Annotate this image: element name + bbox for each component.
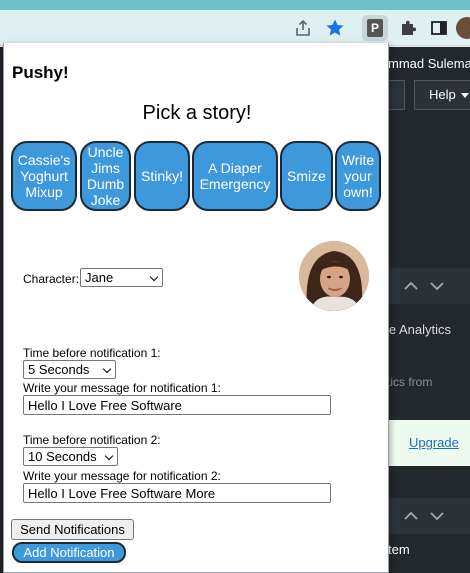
story-button-a-diaper-emergency[interactable]: A Diaper Emergency [192,141,278,211]
message-2-value: Hello I Love Free Software More [28,485,216,501]
character-label: Character: [23,272,80,286]
chevron-down-icon[interactable] [430,511,444,521]
message-notification-1-input[interactable]: Hello I Love Free Software [23,395,331,415]
background-panel-header-2 [388,498,470,534]
bookmark-star-icon[interactable] [323,16,347,40]
upgrade-link[interactable]: Upgrade [409,435,459,450]
character-select-value: Jane [85,270,114,285]
story-button-uncle-jims-dumb-joke[interactable]: Uncle Jims Dumb Joke [80,141,131,211]
time-before-notification-1-label: Time before notification 1: [23,346,161,360]
caret-down-icon [460,93,469,99]
chevron-down-icon[interactable] [430,281,444,291]
side-panel-icon[interactable] [427,16,451,40]
background-analytics-text: le Analytics [386,322,452,337]
browser-toolbar: P [0,10,470,46]
send-notifications-button[interactable]: Send Notifications [11,519,134,540]
profile-avatar-icon[interactable] [456,17,470,39]
story-button-stinky[interactable]: Stinky! [134,141,190,211]
chevron-up-icon[interactable] [404,511,418,521]
help-label: Help [429,87,456,102]
extension-popup: Pushy! Pick a story! Cassie's Yoghurt Mi… [3,43,389,573]
story-button-cassies-yoghurt-mixup[interactable]: Cassie's Yoghurt Mixup [11,141,77,211]
time-2-select-value: 10 Seconds [28,449,97,464]
story-button-write-your-own[interactable]: Write your own! [335,141,381,211]
message-notification-2-label: Write your message for notification 2: [23,469,221,483]
character-photo [299,241,369,311]
pushy-extension-icon[interactable]: P [362,15,388,41]
share-icon[interactable] [291,16,315,40]
background-user-name: mmad Sulema [388,56,470,71]
story-button-smize[interactable]: Smize [280,141,333,211]
time-before-notification-1-select[interactable]: 5 Seconds [23,360,116,379]
add-notification-button[interactable]: Add Notification [12,542,126,563]
character-select[interactable]: Jane [80,268,163,287]
extension-letter: P [367,19,383,37]
message-notification-2-input[interactable]: Hello I Love Free Software More [23,483,331,503]
time-before-notification-2-select[interactable]: 10 Seconds [23,447,118,466]
background-item-text: tem [388,542,410,557]
time-before-notification-2-label: Time before notification 2: [23,433,161,447]
browser-tab-strip [0,0,470,10]
message-1-value: Hello I Love Free Software [28,397,182,413]
background-description-text: rtics from [383,375,433,389]
app-title: Pushy! [12,63,69,82]
chevron-up-icon[interactable] [404,281,418,291]
time-1-select-value: 5 Seconds [28,362,90,377]
background-panel-header [388,268,470,304]
page-heading: Pick a story! [142,102,252,124]
extensions-puzzle-icon[interactable] [396,16,420,40]
message-notification-1-label: Write your message for notification 1: [23,381,221,395]
background-help-button[interactable]: Help [414,80,470,110]
